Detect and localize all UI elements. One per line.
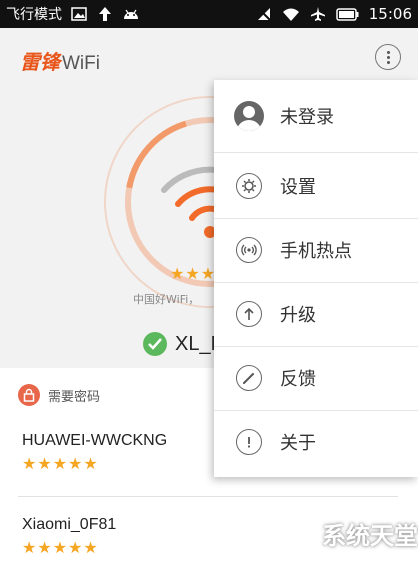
hotspot-icon xyxy=(236,237,262,263)
menu-item-settings[interactable]: 设置 xyxy=(214,154,418,218)
overflow-menu: 未登录 设置 手机热点 升级 反馈 关于 xyxy=(214,80,418,477)
battery-icon xyxy=(336,6,360,22)
upload-arrow-icon xyxy=(96,6,114,22)
menu-item-hotspot[interactable]: 手机热点 xyxy=(214,218,418,282)
menu-item-label: 设置 xyxy=(280,177,316,198)
airplane-mode-label: 飞行模式 xyxy=(6,7,62,23)
more-menu-button[interactable] xyxy=(375,44,401,70)
menu-item-about[interactable]: 关于 xyxy=(214,410,418,474)
signal-off-icon xyxy=(255,6,273,22)
menu-item-login[interactable]: 未登录 xyxy=(214,84,418,148)
clock: 15:06 xyxy=(368,5,412,23)
upgrade-arrow-icon xyxy=(236,301,262,327)
avatar-icon xyxy=(234,101,264,131)
watermark-logo-icon xyxy=(282,517,316,550)
logo-wifi: WiFi xyxy=(62,53,100,74)
watermark-text: 系统天堂 xyxy=(322,522,418,550)
app-logo: 雷锋 WiFi xyxy=(20,46,100,75)
info-icon xyxy=(236,429,262,455)
menu-item-upgrade[interactable]: 升级 xyxy=(214,282,418,346)
password-required-section: 需要密码 xyxy=(18,384,100,406)
connection-rating: ★★★ xyxy=(170,264,217,283)
logo-brand: 雷锋 xyxy=(20,50,60,74)
menu-item-label: 关于 xyxy=(280,433,316,454)
connected-check-icon xyxy=(143,332,167,356)
gear-icon xyxy=(236,173,262,199)
site-watermark: 系统天堂 xyxy=(282,516,418,551)
airplane-icon xyxy=(309,6,327,22)
pencil-icon xyxy=(236,365,262,391)
menu-item-label: 反馈 xyxy=(280,369,316,390)
divider xyxy=(18,496,398,497)
menu-item-label: 手机热点 xyxy=(280,241,352,262)
more-dots-icon xyxy=(386,50,390,54)
wifi-status-icon xyxy=(282,6,300,22)
section-title: 需要密码 xyxy=(48,389,101,405)
menu-item-feedback[interactable]: 反馈 xyxy=(214,346,418,410)
android-icon xyxy=(122,6,140,22)
divider xyxy=(214,152,418,153)
image-icon xyxy=(70,6,88,22)
menu-item-label: 未登录 xyxy=(280,107,334,128)
menu-item-label: 升级 xyxy=(280,305,316,326)
lock-icon xyxy=(18,384,40,406)
slogan-text: 中国好WiFi， xyxy=(133,293,200,306)
status-bar: 飞行模式 15:06 xyxy=(0,0,418,28)
